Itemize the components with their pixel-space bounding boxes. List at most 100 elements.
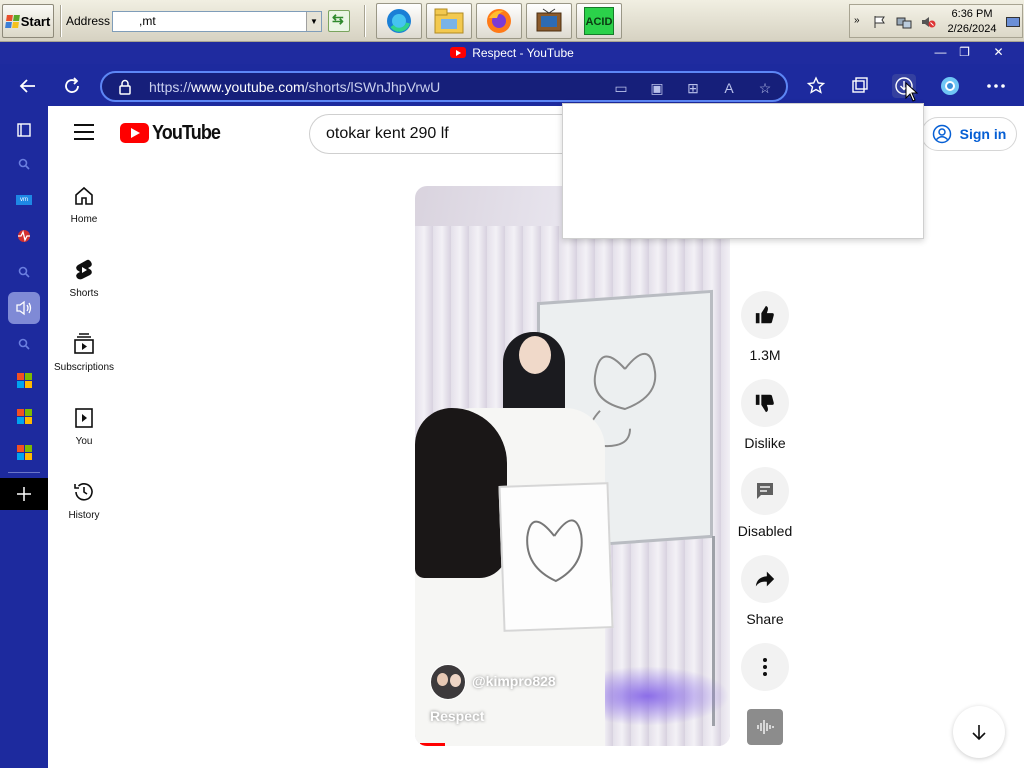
network-icon[interactable]	[896, 15, 912, 29]
comments-icon-wrap[interactable]	[741, 467, 789, 515]
address-input[interactable]: ,mt ▼	[112, 11, 322, 32]
more-vert-icon	[763, 658, 767, 676]
sign-in-button[interactable]: Sign in	[921, 117, 1017, 151]
shorts-icon	[76, 259, 92, 280]
clock-date: 2/26/2024	[947, 23, 997, 35]
flag-icon[interactable]	[872, 15, 888, 29]
restore-icon[interactable]: ❐	[954, 45, 975, 61]
minimize-icon[interactable]: —	[930, 45, 951, 61]
comments-icon	[757, 483, 773, 499]
copilot-icon[interactable]	[938, 74, 962, 98]
acid-icon[interactable]: ACID	[576, 3, 622, 39]
edge-icon[interactable]	[376, 3, 422, 39]
youtube-favicon-icon	[450, 47, 467, 58]
apps-icon[interactable]: ⊞	[683, 78, 703, 98]
taskbar-separator	[364, 5, 366, 37]
windows-flag-icon	[4, 14, 20, 28]
refresh-button[interactable]	[60, 74, 84, 98]
clock-time: 6:36 PM	[951, 8, 993, 20]
tray-expand-icon[interactable]: »	[854, 15, 860, 26]
collections-icon[interactable]	[848, 74, 872, 98]
vmware-icon[interactable]: vm	[12, 188, 36, 212]
video-title[interactable]: Respect	[430, 708, 484, 724]
account-icon	[932, 124, 951, 144]
start-button[interactable]: Start	[2, 4, 54, 38]
back-arrow-icon	[19, 79, 35, 93]
nav-home[interactable]: Home	[48, 184, 120, 225]
menu-icon[interactable]	[74, 124, 94, 140]
speaker-icon[interactable]	[8, 292, 40, 324]
thumbs-down-icon	[755, 394, 774, 413]
youtube-logo[interactable]: YouTube	[120, 122, 228, 144]
nav-home-label: Home	[70, 214, 98, 225]
app-available-icon[interactable]: ▭	[611, 78, 631, 98]
share-button[interactable]: Share	[732, 555, 798, 627]
close-icon[interactable]: ✕	[988, 45, 1009, 61]
address-value: ,mt	[139, 14, 156, 28]
show-desktop-icon[interactable]	[1006, 17, 1020, 27]
firefox-icon[interactable]	[476, 3, 522, 39]
nav-subscriptions-label: Subscriptions	[53, 362, 115, 373]
dislike-button[interactable]: Dislike	[732, 379, 798, 451]
add-favorite-icon[interactable]: ☆	[755, 78, 775, 98]
clock[interactable]: 6:36 PM 2/26/2024	[942, 7, 1002, 37]
nav-shorts-label: Shorts	[69, 288, 99, 299]
microsoft-icon[interactable]	[12, 368, 36, 392]
sound-button[interactable]	[747, 709, 783, 745]
thumbs-up-icon	[755, 305, 774, 324]
search-icon[interactable]	[12, 332, 36, 356]
channel-avatar[interactable]	[430, 664, 466, 700]
like-count: 1.3M	[749, 347, 781, 363]
microsoft-icon[interactable]	[12, 440, 36, 464]
arrow-down-icon	[972, 725, 986, 741]
url-bar[interactable]: https://www.youtube.com/shorts/lSWnJhpVr…	[100, 71, 788, 102]
next-video-button[interactable]	[953, 706, 1005, 758]
youtube-wordmark: YouTube	[152, 121, 221, 144]
system-tray: » 6:36 PM 2/26/2024	[849, 4, 1023, 38]
audio-wave-icon	[757, 720, 774, 734]
share-icon-wrap[interactable]	[741, 555, 789, 603]
more-actions-button[interactable]	[732, 643, 798, 691]
read-aloud-icon[interactable]: A	[719, 78, 739, 98]
address-label: Address	[66, 14, 111, 28]
video-progress-bar[interactable]	[420, 743, 446, 746]
like-button[interactable]: 1.3M	[732, 291, 798, 363]
video-person-face	[519, 336, 551, 374]
more-icon-wrap[interactable]	[741, 643, 789, 691]
lock-icon[interactable]	[118, 79, 132, 95]
home-icon	[75, 186, 93, 205]
microsoft-icon[interactable]	[12, 404, 36, 428]
dislike-icon-wrap[interactable]	[741, 379, 789, 427]
subscriptions-icon	[74, 333, 94, 354]
sign-in-label: Sign in	[959, 126, 1007, 142]
nav-shorts[interactable]: Shorts	[48, 258, 120, 299]
video-person-hair	[415, 408, 507, 578]
file-explorer-icon[interactable]	[426, 3, 472, 39]
pulse-icon[interactable]	[12, 224, 36, 248]
start-label: Start	[20, 13, 51, 29]
back-button[interactable]	[16, 74, 40, 98]
video-clipboard	[498, 482, 614, 632]
address-go-button[interactable]	[328, 10, 350, 32]
media-icon[interactable]	[526, 3, 572, 39]
short-video-player[interactable]: @kimpro828 Respect	[415, 186, 730, 746]
comments-button[interactable]: Disabled	[732, 467, 798, 539]
favorites-icon[interactable]	[804, 74, 828, 98]
search-icon[interactable]	[12, 152, 36, 176]
search-icon[interactable]	[12, 260, 36, 284]
share-label: Share	[746, 611, 784, 627]
browser-toolbar: https://www.youtube.com/shorts/lSWnJhpVr…	[0, 64, 1024, 106]
qr-code-icon[interactable]: ▣	[647, 78, 667, 98]
like-icon-wrap[interactable]	[741, 291, 789, 339]
tab-actions-icon[interactable]	[12, 118, 36, 142]
nav-subscriptions[interactable]: Subscriptions	[48, 332, 120, 373]
taskbar-separator	[60, 5, 62, 37]
settings-more-icon[interactable]	[984, 74, 1008, 98]
volume-muted-icon[interactable]	[920, 15, 936, 29]
channel-name[interactable]: @kimpro828	[472, 673, 556, 689]
nav-history[interactable]: History	[48, 480, 120, 521]
nav-you[interactable]: You	[48, 406, 120, 447]
add-sidebar-button[interactable]	[0, 478, 48, 510]
downloads-flyout[interactable]	[562, 103, 924, 239]
address-dropdown-icon[interactable]: ▼	[306, 12, 321, 31]
